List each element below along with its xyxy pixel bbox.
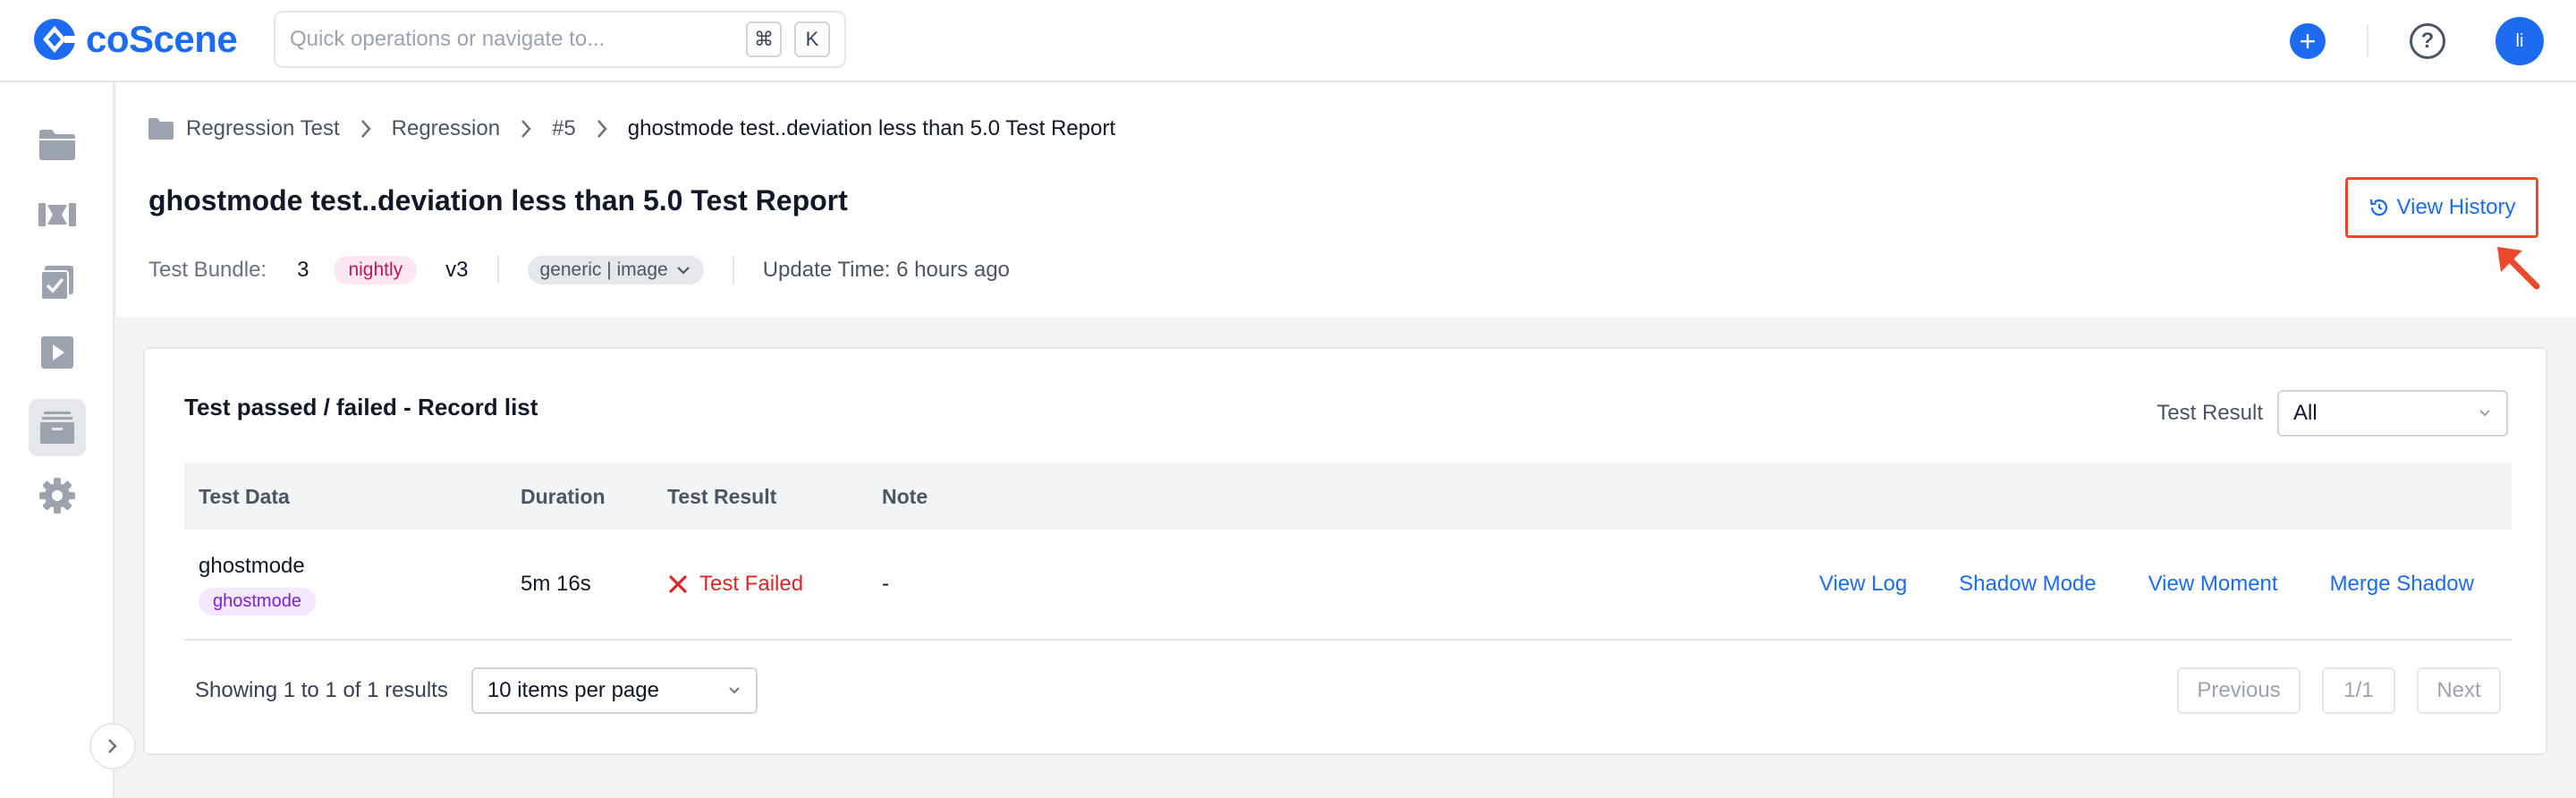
sidebar (0, 82, 114, 798)
sidebar-item-settings[interactable] (29, 467, 86, 524)
kbd-k: K (794, 21, 830, 57)
test-data-tag: ghostmode (199, 587, 316, 615)
top-actions: + ? li (2290, 16, 2544, 66)
merge-shadow-link[interactable]: Merge Shadow (2330, 572, 2474, 597)
top-bar: coScene Quick operations or navigate to.… (0, 0, 2576, 82)
close-icon (669, 575, 687, 593)
column-header: Duration (521, 484, 606, 508)
checklist-icon (41, 266, 73, 300)
sidebar-item-videos[interactable] (29, 186, 86, 243)
archive-icon (40, 412, 74, 444)
chevron-right-icon (360, 118, 372, 140)
test-data-cell: ghostmode ghostmode (199, 554, 316, 615)
chevron-down-icon (729, 687, 740, 694)
chevron-down-icon (676, 267, 690, 275)
help-icon[interactable]: ? (2410, 23, 2445, 59)
meta-row: Test Bundle: 3 nightly v3 generic | imag… (148, 252, 1010, 288)
breadcrumb-current: ghostmode test..deviation less than 5.0 … (627, 116, 1115, 140)
test-data-name: ghostmode (199, 553, 305, 578)
bundle-value: 3 (297, 258, 309, 282)
breadcrumb-item[interactable]: #5 (552, 116, 576, 141)
column-header: Test Data (199, 484, 290, 508)
sidebar-collapse-button[interactable] (89, 723, 136, 769)
filter-label: Test Result (2157, 401, 2263, 425)
meta-divider (496, 256, 499, 284)
logo-text: coScene (86, 18, 238, 60)
result-label: Test Failed (699, 572, 804, 596)
folder-icon (39, 130, 75, 160)
records-table: Test Data Duration Test Result Note ghos… (184, 463, 2512, 641)
add-button[interactable]: + (2290, 23, 2326, 59)
breadcrumb: Regression Test Regression #5 ghostmode … (148, 116, 1115, 141)
sidebar-item-tasks[interactable] (29, 254, 86, 311)
video-icon (38, 203, 76, 226)
page-header: Regression Test Regression #5 ghostmode … (116, 82, 2576, 317)
results-summary: Showing 1 to 1 of 1 results (195, 678, 448, 702)
breadcrumb-item[interactable]: Regression (392, 116, 500, 141)
view-history-button[interactable]: View History (2345, 177, 2538, 238)
per-page-value: 10 items per page (487, 678, 659, 702)
per-page-select[interactable]: 10 items per page (470, 667, 758, 714)
pagination: Showing 1 to 1 of 1 results 10 items per… (184, 666, 2512, 716)
kbd-cmd: ⌘ (746, 21, 782, 57)
bundle-label: Test Bundle: (148, 258, 267, 282)
column-header: Note (882, 484, 928, 508)
view-history-label: View History (2396, 195, 2516, 219)
play-icon (41, 336, 73, 369)
gear-icon (39, 478, 75, 514)
top-divider (2367, 25, 2368, 57)
meta-divider (732, 256, 734, 284)
update-time: Update Time: 6 hours ago (762, 258, 1010, 282)
type-tag-label: generic | image (539, 259, 668, 280)
coscene-logo-icon (34, 19, 77, 60)
table-row: ghostmode ghostmode 5m 16s Test Failed -… (184, 530, 2512, 641)
duration-cell: 5m 16s (521, 572, 591, 596)
breadcrumb-item[interactable]: Regression Test (186, 116, 340, 141)
record-list-card: Test passed / failed - Record list Test … (143, 347, 2547, 755)
app-logo[interactable]: coScene (32, 14, 238, 64)
test-result-select[interactable]: All (2277, 390, 2508, 437)
result-cell: Test Failed (667, 572, 803, 597)
select-value: All (2293, 401, 2318, 425)
search-box[interactable]: Quick operations or navigate to... ⌘ K (274, 11, 846, 68)
previous-button[interactable]: Previous (2177, 667, 2301, 714)
version-label: v3 (445, 258, 469, 282)
chevron-right-icon (520, 118, 532, 140)
chevron-right-icon (596, 118, 608, 140)
result-filter: Test Result All (2157, 390, 2508, 437)
page-indicator: 1/1 (2322, 667, 2395, 714)
card-title: Test passed / failed - Record list (184, 394, 538, 420)
shadow-mode-link[interactable]: Shadow Mode (1959, 572, 2096, 597)
column-header: Test Result (667, 484, 777, 508)
chevron-down-icon (2479, 410, 2490, 417)
nightly-tag: nightly (334, 256, 418, 284)
annotation-arrow-icon (2497, 247, 2540, 290)
history-icon (2369, 199, 2387, 216)
folder-icon (148, 118, 174, 140)
chevron-right-icon (108, 739, 117, 753)
page-title: ghostmode test..deviation less than 5.0 … (148, 184, 848, 216)
table-header: Test Data Duration Test Result Note (184, 463, 2512, 530)
view-moment-link[interactable]: View Moment (2148, 572, 2278, 597)
type-tag-dropdown[interactable]: generic | image (527, 256, 704, 284)
pagination-buttons: Previous 1/1 Next (2156, 667, 2501, 714)
view-log-link[interactable]: View Log (1819, 572, 1907, 597)
search-input[interactable]: Quick operations or navigate to... (290, 27, 733, 52)
row-actions: View Log Shadow Mode View Moment Merge S… (1767, 572, 2474, 597)
sidebar-item-playback[interactable] (29, 324, 86, 381)
note-cell: - (882, 572, 889, 596)
avatar[interactable]: li (2496, 17, 2544, 65)
sidebar-item-archive[interactable] (29, 399, 86, 456)
next-button[interactable]: Next (2417, 667, 2501, 714)
sidebar-item-files[interactable] (29, 116, 86, 174)
